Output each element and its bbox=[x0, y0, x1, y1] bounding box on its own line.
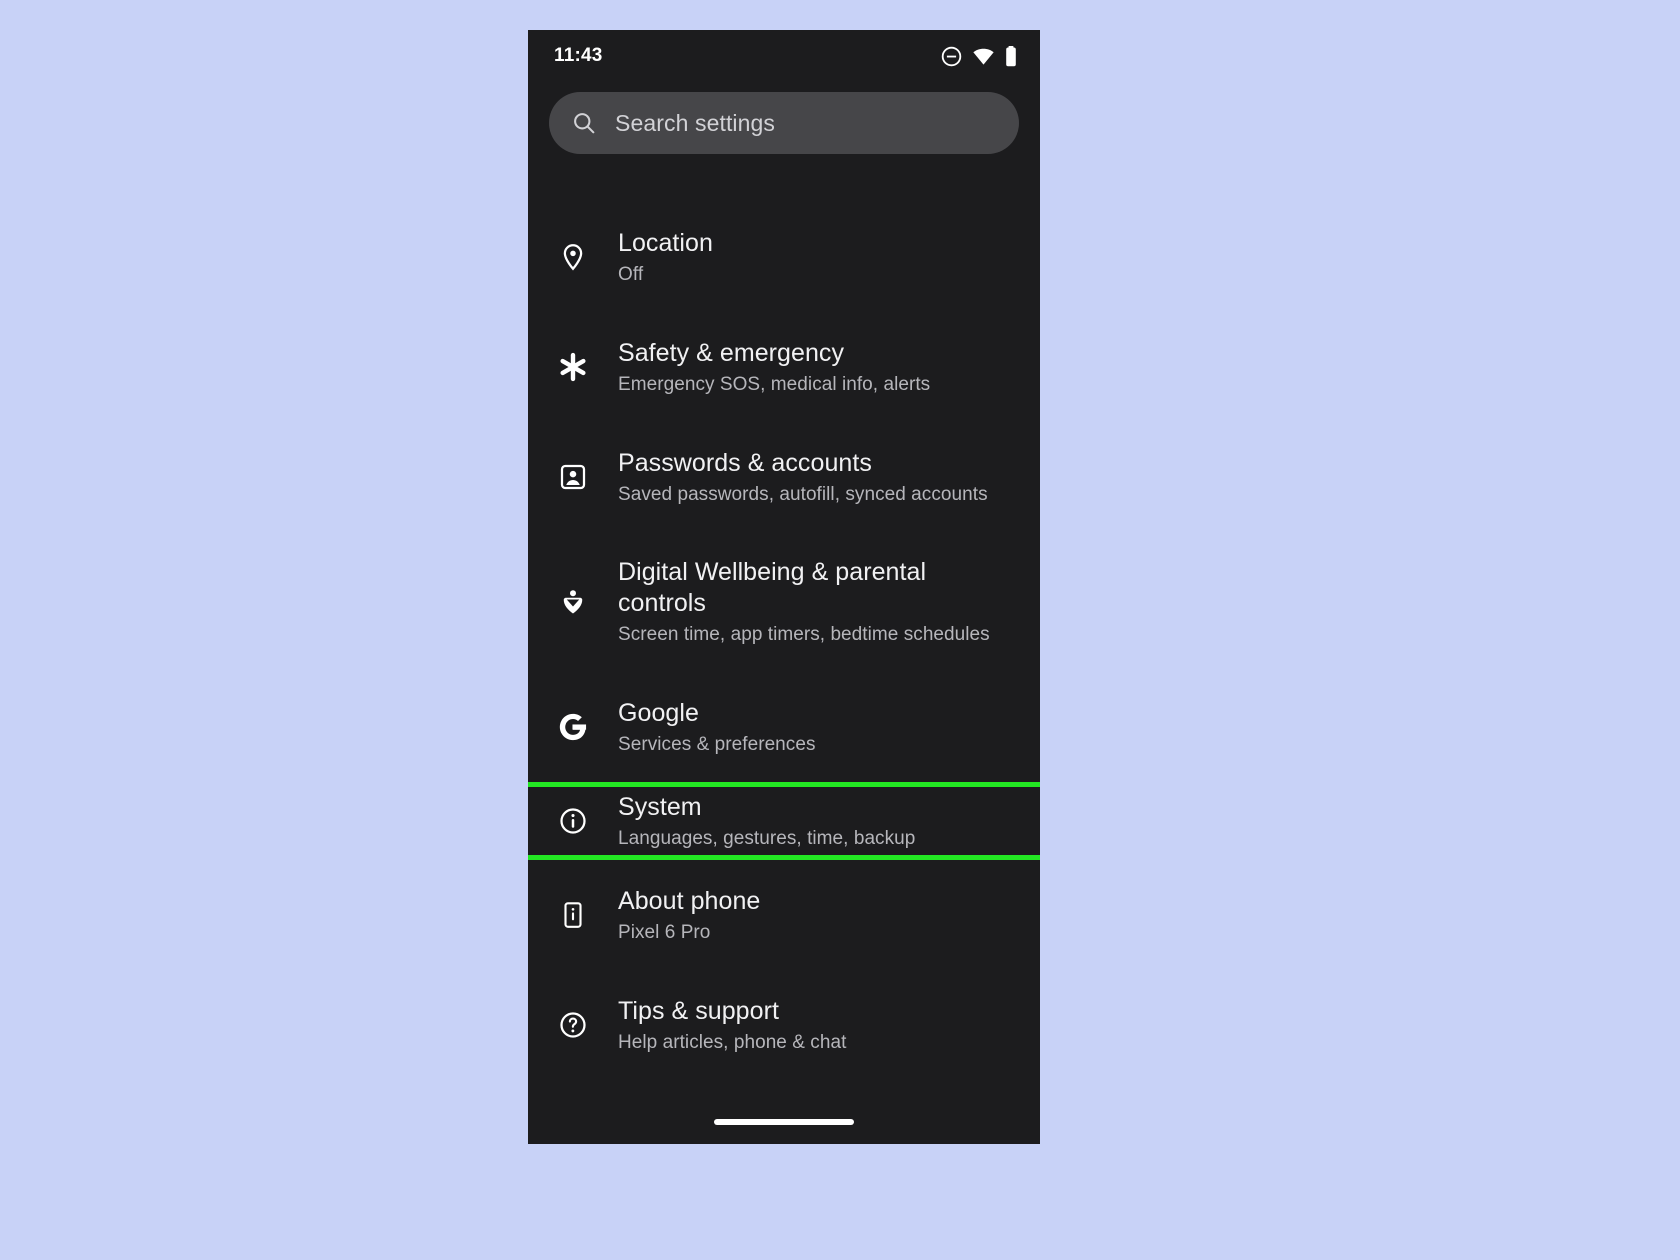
settings-row-tips-support[interactable]: Tips & support Help articles, phone & ch… bbox=[528, 970, 1040, 1080]
do-not-disturb-icon bbox=[941, 46, 962, 66]
settings-row-passwords-accounts[interactable]: Passwords & accounts Saved passwords, au… bbox=[528, 422, 1040, 532]
settings-row-google[interactable]: Google Services & preferences bbox=[528, 672, 1040, 782]
status-bar-clock: 11:43 bbox=[554, 45, 603, 66]
settings-row-location-text: Location Off bbox=[618, 228, 723, 287]
settings-row-subtitle: Languages, gestures, time, backup bbox=[618, 827, 916, 849]
digital-wellbeing-icon bbox=[528, 587, 618, 617]
settings-row-subtitle: Services & preferences bbox=[618, 733, 816, 755]
settings-row-title: Passwords & accounts bbox=[618, 448, 872, 477]
settings-row-subtitle: Help articles, phone & chat bbox=[618, 1031, 847, 1053]
settings-row-google-text: Google Services & preferences bbox=[618, 698, 826, 757]
settings-row-location[interactable]: Location Off bbox=[528, 202, 1040, 312]
settings-row-subtitle: Off bbox=[618, 263, 644, 285]
settings-row-subtitle: Pixel 6 Pro bbox=[618, 921, 711, 943]
wifi-icon bbox=[973, 48, 994, 65]
asterisk-emergency-icon bbox=[528, 350, 618, 384]
settings-row-title: System bbox=[618, 792, 702, 821]
settings-row-about-phone-text: About phone Pixel 6 Pro bbox=[618, 886, 770, 945]
settings-list: Location Off Safety & emergency Emergenc… bbox=[528, 176, 1040, 1080]
clipped-previous-row bbox=[528, 176, 1040, 202]
settings-row-about-phone[interactable]: About phone Pixel 6 Pro bbox=[528, 860, 1040, 970]
account-box-icon bbox=[528, 462, 618, 492]
help-circle-icon bbox=[528, 1010, 618, 1040]
info-circle-icon bbox=[528, 806, 618, 836]
status-bar: 11:43 bbox=[528, 30, 1040, 82]
settings-row-digital-wellbeing-text: Digital Wellbeing & parental controls Sc… bbox=[618, 557, 1000, 647]
screenshot-stage: 11:43 Search settings Location Off Safet… bbox=[0, 0, 1680, 1260]
search-container: Search settings bbox=[528, 82, 1040, 154]
search-settings-bar[interactable]: Search settings bbox=[549, 92, 1019, 154]
settings-row-title: Tips & support bbox=[618, 996, 779, 1025]
settings-row-tips-support-text: Tips & support Help articles, phone & ch… bbox=[618, 996, 856, 1055]
settings-row-title: Digital Wellbeing & parental controls bbox=[618, 558, 927, 617]
settings-row-system-text: System Languages, gestures, time, backup bbox=[618, 792, 925, 851]
gesture-nav-bar bbox=[528, 1100, 1040, 1144]
battery-icon bbox=[1006, 45, 1016, 66]
settings-row-passwords-accounts-text: Passwords & accounts Saved passwords, au… bbox=[618, 448, 998, 507]
home-gesture-pill[interactable] bbox=[714, 1119, 854, 1125]
status-bar-icons bbox=[940, 45, 1018, 68]
settings-row-digital-wellbeing[interactable]: Digital Wellbeing & parental controls Sc… bbox=[528, 532, 1040, 672]
phone-screen: 11:43 Search settings Location Off Safet… bbox=[528, 30, 1040, 1144]
settings-row-title: Safety & emergency bbox=[618, 338, 845, 367]
phone-info-icon bbox=[528, 900, 618, 930]
location-pin-icon bbox=[528, 242, 618, 272]
settings-row-system[interactable]: System Languages, gestures, time, backup bbox=[528, 782, 1040, 860]
settings-row-safety-emergency[interactable]: Safety & emergency Emergency SOS, medica… bbox=[528, 312, 1040, 422]
search-input-placeholder[interactable]: Search settings bbox=[615, 110, 775, 137]
settings-row-safety-emergency-text: Safety & emergency Emergency SOS, medica… bbox=[618, 338, 940, 397]
settings-row-subtitle: Emergency SOS, medical info, alerts bbox=[618, 373, 931, 395]
settings-row-title: Google bbox=[618, 698, 699, 727]
settings-row-subtitle: Screen time, app timers, bedtime schedul… bbox=[618, 624, 990, 645]
search-icon bbox=[574, 113, 595, 134]
settings-row-subtitle: Saved passwords, autofill, synced accoun… bbox=[618, 483, 988, 505]
settings-row-title: Location bbox=[618, 228, 713, 257]
settings-row-title: About phone bbox=[618, 886, 761, 915]
google-g-icon bbox=[528, 711, 618, 743]
clipped-previous-row-text bbox=[528, 176, 1040, 202]
